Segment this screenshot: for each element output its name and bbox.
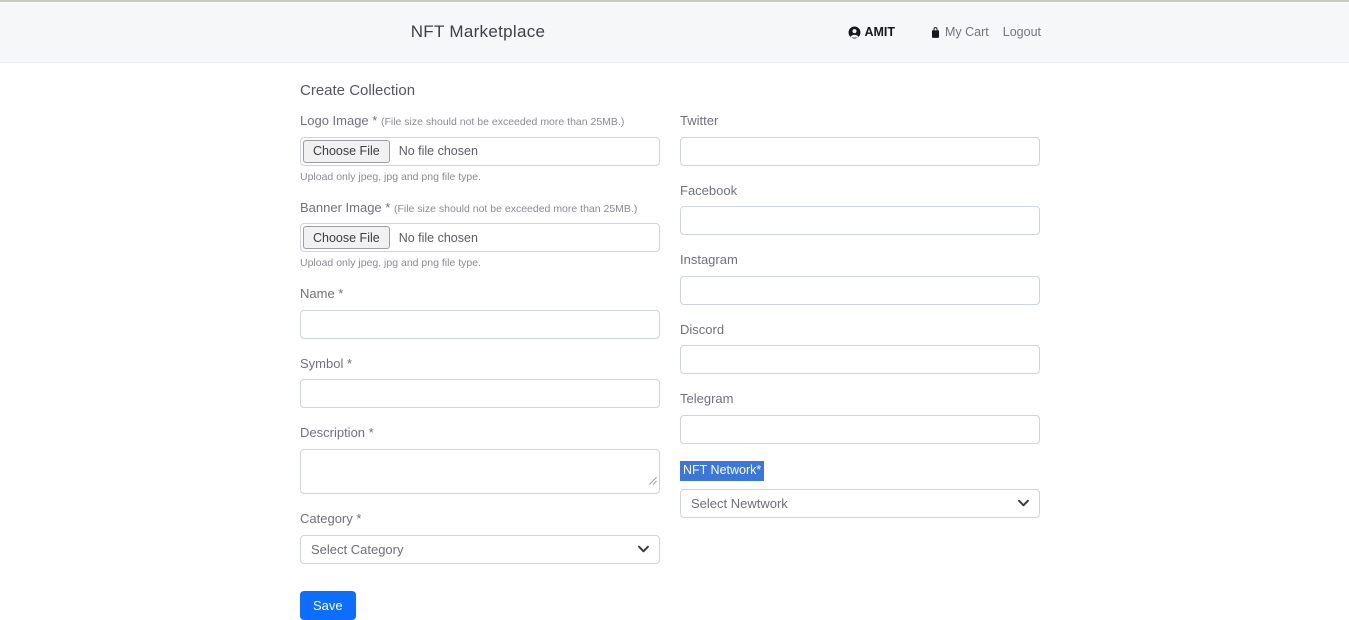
telegram-group: Telegram [680, 391, 1040, 444]
shopping-bag-icon [929, 26, 942, 39]
category-label: Category * [300, 511, 660, 527]
telegram-label: Telegram [680, 391, 1040, 407]
banner-size-note: (File size should not be exceeded more t… [394, 203, 637, 215]
facebook-label: Facebook [680, 183, 1040, 199]
banner-file-status: No file chosen [399, 231, 478, 245]
description-group: Description * [300, 425, 660, 494]
discord-group: Discord [680, 322, 1040, 375]
twitter-input[interactable] [680, 137, 1040, 166]
discord-label: Discord [680, 322, 1040, 338]
category-group: Category * Select Category [300, 511, 660, 564]
my-cart-label: My Cart [945, 25, 989, 39]
user-circle-icon [848, 26, 861, 39]
logo-filetype-hint: Upload only jpeg, jpg and png file type. [300, 171, 660, 183]
save-button[interactable]: Save [300, 591, 356, 620]
instagram-label: Instagram [680, 252, 1040, 268]
discord-input[interactable] [680, 345, 1040, 374]
page-title: Create Collection [300, 82, 1040, 99]
user-name: AMIT [864, 25, 895, 39]
category-select[interactable]: Select Category [300, 535, 660, 564]
logo-image-group: Logo Image * (File size should not be ex… [300, 113, 660, 183]
logo-size-note: (File size should not be exceeded more t… [381, 116, 624, 128]
brand-title: NFT Marketplace [411, 22, 546, 42]
create-collection-form: Create Collection Logo Image * (File siz… [300, 63, 1040, 620]
banner-choose-file-button[interactable]: Choose File [303, 226, 390, 249]
header-nav: AMIT My Cart Logout [848, 25, 1041, 39]
top-navbar: NFT Marketplace AMIT [0, 0, 1349, 63]
name-group: Name * [300, 286, 660, 339]
name-input[interactable] [300, 310, 660, 339]
nft-network-select[interactable]: Select Newtwork [680, 489, 1040, 518]
nft-network-label: NFT Network* [680, 461, 764, 481]
banner-image-group: Banner Image * (File size should not be … [300, 200, 660, 270]
symbol-group: Symbol * [300, 356, 660, 409]
nft-network-group: NFT Network* Select Newtwork [680, 461, 1040, 518]
logout-label: Logout [1003, 25, 1041, 39]
logo-file-status: No file chosen [399, 144, 478, 158]
logo-choose-file-button[interactable]: Choose File [303, 140, 390, 163]
telegram-input[interactable] [680, 415, 1040, 444]
description-textarea[interactable] [300, 449, 660, 494]
my-cart-link[interactable]: My Cart [929, 25, 989, 39]
symbol-input[interactable] [300, 379, 660, 408]
logout-link[interactable]: Logout [1003, 25, 1041, 39]
description-label: Description * [300, 425, 660, 441]
form-right-column: Twitter Facebook Instagram Discord Teleg… [680, 113, 1040, 620]
form-left-column: Logo Image * (File size should not be ex… [300, 113, 660, 620]
instagram-group: Instagram [680, 252, 1040, 305]
logo-image-label: Logo Image * (File size should not be ex… [300, 113, 660, 129]
symbol-label: Symbol * [300, 356, 660, 372]
banner-filetype-hint: Upload only jpeg, jpg and png file type. [300, 257, 660, 269]
facebook-input[interactable] [680, 206, 1040, 235]
logo-file-input[interactable]: Choose File No file chosen [300, 137, 660, 166]
banner-file-input[interactable]: Choose File No file chosen [300, 223, 660, 252]
twitter-label: Twitter [680, 113, 1040, 129]
name-label: Name * [300, 286, 660, 302]
user-menu[interactable]: AMIT [848, 25, 895, 39]
twitter-group: Twitter [680, 113, 1040, 166]
facebook-group: Facebook [680, 183, 1040, 236]
instagram-input[interactable] [680, 276, 1040, 305]
banner-image-label: Banner Image * (File size should not be … [300, 200, 660, 216]
